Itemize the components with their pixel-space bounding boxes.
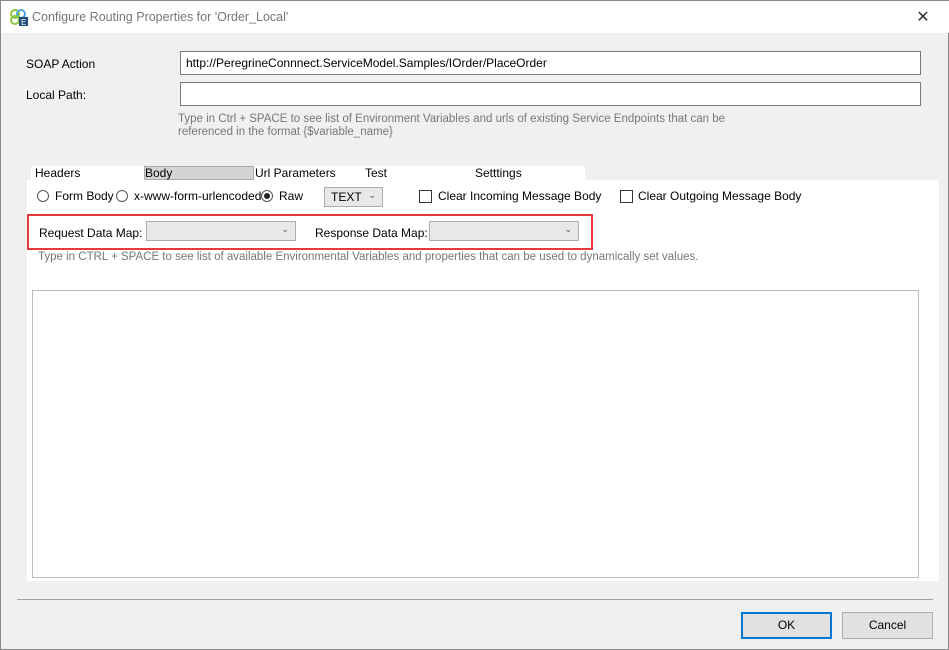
chevron-down-icon: ⌄	[368, 190, 376, 200]
window-title: Configure Routing Properties for 'Order_…	[32, 10, 289, 24]
local-path-hint-2: referenced in the format {$variable_name…	[178, 126, 393, 138]
raw-radio[interactable]	[261, 190, 273, 202]
request-data-map-label: Request Data Map:	[39, 226, 143, 240]
cancel-button[interactable]: Cancel	[842, 612, 933, 639]
chevron-down-icon: ⌄	[564, 224, 572, 234]
raw-label: Raw	[279, 189, 304, 203]
divider	[17, 599, 933, 600]
urlencoded-label: x-www-form-urlencoded	[134, 189, 262, 203]
urlencoded-radio[interactable]	[116, 190, 128, 202]
local-path-input[interactable]	[180, 82, 921, 106]
tab-test[interactable]: Test	[365, 167, 387, 180]
response-data-map-label: Response Data Map:	[315, 226, 428, 240]
clear-incoming-label: Clear Incoming Message Body	[438, 189, 602, 203]
ok-button[interactable]: OK	[741, 612, 832, 639]
clear-outgoing-label: Clear Outgoing Message Body	[638, 189, 802, 203]
soap-action-label: SOAP Action	[26, 57, 96, 71]
format-select[interactable]: TEXT ⌄	[324, 187, 383, 207]
response-data-map-select[interactable]: ⌄	[429, 221, 579, 241]
close-icon[interactable]: ✕	[913, 7, 933, 27]
app-logo-icon: E	[10, 9, 28, 26]
clear-outgoing-checkbox[interactable]	[620, 190, 633, 203]
request-data-map-select[interactable]: ⌄	[146, 221, 296, 241]
body-hint: Type in CTRL + SPACE to see list of avai…	[38, 251, 699, 263]
clear-incoming-checkbox[interactable]	[419, 190, 432, 203]
body-editor[interactable]	[32, 290, 919, 578]
tab-settings[interactable]: Setttings	[475, 167, 522, 180]
tab-url-parameters[interactable]: Url Parameters	[255, 167, 336, 180]
svg-text:E: E	[21, 18, 26, 26]
form-body-radio[interactable]	[37, 190, 49, 202]
format-value: TEXT	[331, 190, 362, 204]
local-path-label: Local Path:	[26, 88, 87, 102]
soap-action-input[interactable]: http://PeregrineConnnect.ServiceModel.Sa…	[180, 51, 921, 75]
local-path-hint-1: Type in Ctrl + SPACE to see list of Envi…	[178, 113, 726, 125]
form-body-label: Form Body	[55, 189, 114, 203]
tab-headers[interactable]: Headers	[35, 167, 80, 180]
tab-body[interactable]: Body	[145, 167, 172, 180]
chevron-down-icon: ⌄	[281, 224, 289, 234]
